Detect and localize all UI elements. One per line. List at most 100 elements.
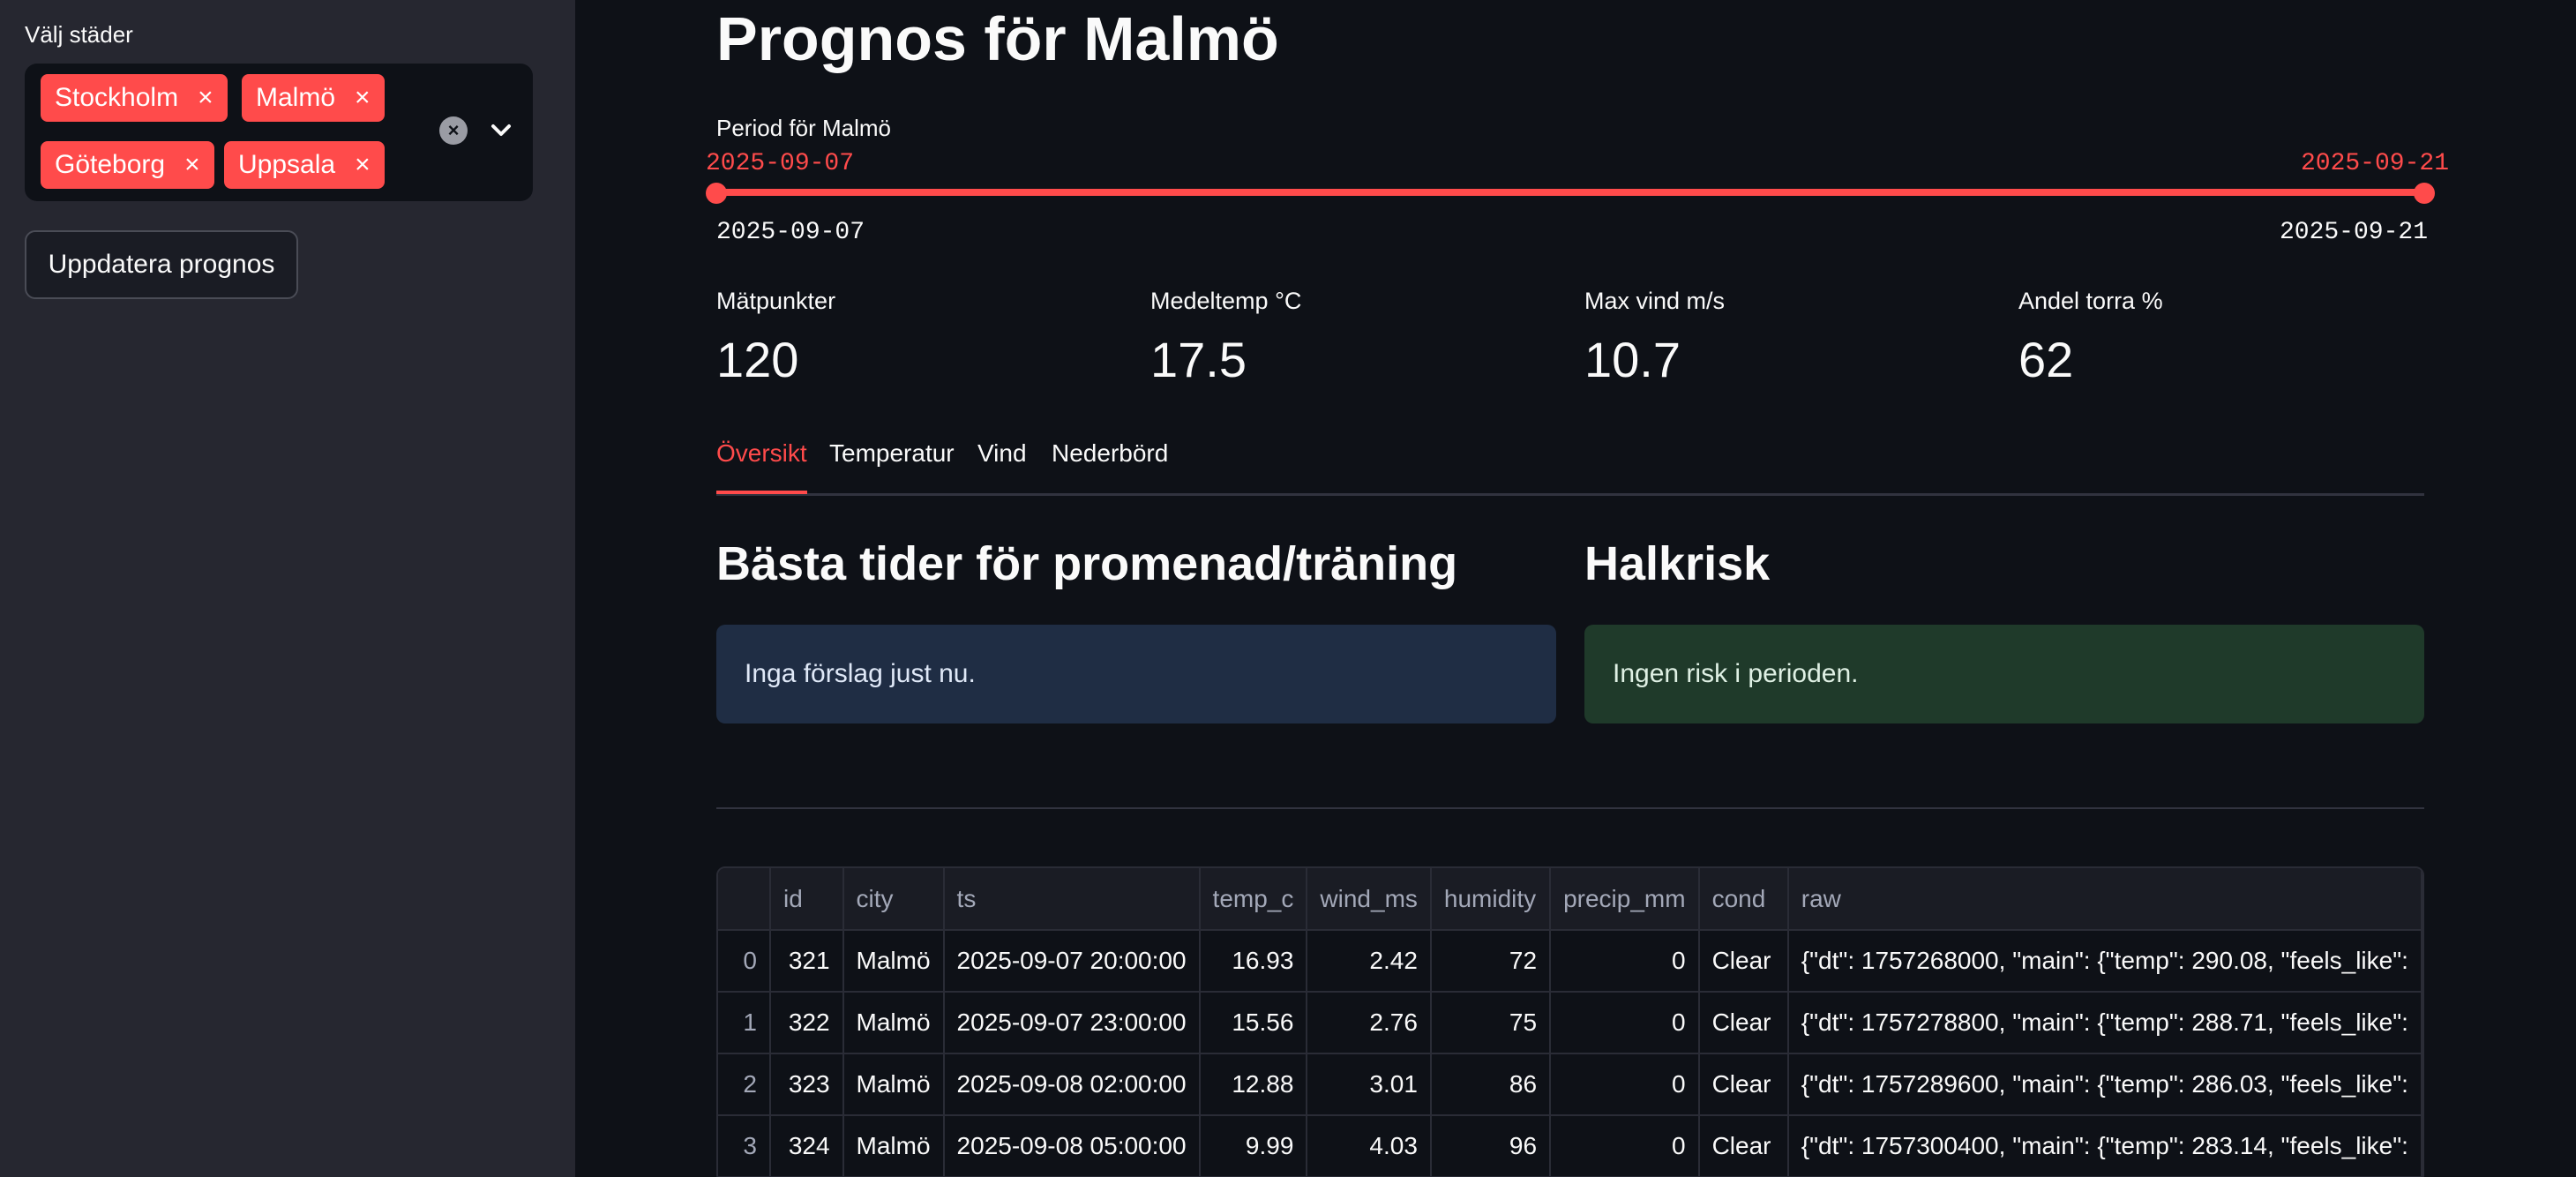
cell-cond[interactable]: Clear [1698,930,1789,993]
close-icon[interactable]: × [355,152,371,178]
table-row: 3 324 Malmö 2025-09-08 05:00:00 9.99 4.0… [718,1115,2422,1177]
cell-temp[interactable]: 9.99 [1199,1115,1308,1177]
cell-city[interactable]: Malmö [842,992,945,1054]
column-header[interactable]: humidity [1430,868,1552,931]
tab-temperature[interactable]: Temperatur [829,439,955,494]
data-table: id city ts temp_c wind_ms humidity preci… [718,868,2422,1177]
slip-risk-heading: Halkrisk [1584,537,1771,590]
cell-temp[interactable]: 15.56 [1199,992,1308,1054]
cell-raw[interactable]: {"dt": 1757300400, "main": {"temp": 283.… [1787,1115,2422,1177]
metric-value: 120 [716,332,799,387]
cell-cond[interactable]: Clear [1698,1053,1789,1116]
column-header[interactable]: temp_c [1199,868,1308,931]
cell-cond[interactable]: Clear [1698,1115,1789,1177]
cell-id[interactable]: 323 [769,1053,844,1116]
column-header[interactable]: raw [1787,868,2422,931]
column-header[interactable]: wind_ms [1307,868,1432,931]
metric-measurements: Mätpunkter 120 [716,288,835,388]
tab-bar: Översikt Temperatur Vind Nederbörd [716,439,2424,496]
close-icon[interactable]: × [184,152,200,178]
tab-precipitation[interactable]: Nederbörd [1052,439,1168,494]
clear-icon[interactable]: × [439,116,468,145]
best-times-info-box: Inga förslag just nu. [716,625,1556,723]
cell-humidity[interactable]: 72 [1430,930,1552,993]
table-row: 0 321 Malmö 2025-09-07 20:00:00 16.93 2.… [718,930,2422,993]
metric-value: 62 [2018,332,2074,387]
cell-ts[interactable]: 2025-09-07 23:00:00 [943,992,1201,1054]
tab-overview[interactable]: Översikt [716,439,807,494]
slider-min-label: 2025-09-07 [716,219,865,246]
cell-ts[interactable]: 2025-09-08 02:00:00 [943,1053,1201,1116]
column-header[interactable] [718,868,771,931]
cell-city[interactable]: Malmö [842,1115,945,1177]
chip-goteborg: Göteborg × [41,141,214,189]
cell-precip[interactable]: 0 [1550,1053,1700,1116]
cell-ts[interactable]: 2025-09-07 20:00:00 [943,930,1201,993]
slip-risk-success-box: Ingen risk i perioden. [1584,625,2424,723]
cell-precip[interactable]: 0 [1550,1115,1700,1177]
column-header[interactable]: precip_mm [1550,868,1700,931]
main-content: Prognos för Malmö Period för Malmö 2025-… [575,0,2576,1177]
cell-wind[interactable]: 2.42 [1307,930,1432,993]
update-forecast-button[interactable]: Uppdatera prognos [25,230,298,299]
metric-value: 10.7 [1584,332,1681,387]
cell-id[interactable]: 321 [769,930,844,993]
metric-mean-temp: Medeltemp °C 17.5 [1150,288,1301,388]
slider-start-value: 2025-09-07 [706,150,855,177]
cell-city[interactable]: Malmö [842,1053,945,1116]
best-times-heading: Bästa tider för promenad/träning [716,537,1458,590]
chip-label: Göteborg [55,150,166,179]
table-header-row: id city ts temp_c wind_ms humidity preci… [718,868,2422,931]
table-row: 2 323 Malmö 2025-09-08 02:00:00 12.88 3.… [718,1053,2422,1116]
metric-label: Mätpunkter [716,288,836,314]
cell-humidity[interactable]: 96 [1430,1115,1552,1177]
column-header[interactable]: ts [943,868,1201,931]
cell-humidity[interactable]: 86 [1430,1053,1552,1116]
cell-id[interactable]: 322 [769,992,844,1054]
city-multiselect[interactable]: Stockholm × Malmö × Göteborg × Uppsala ×… [25,64,533,201]
column-header[interactable]: cond [1698,868,1789,931]
slider-max-label: 2025-09-21 [2279,219,2428,246]
slider-start-handle[interactable] [706,183,727,204]
chip-uppsala: Uppsala × [224,141,385,189]
chevron-down-icon[interactable] [482,111,520,150]
cell-wind[interactable]: 3.01 [1307,1053,1432,1116]
forecast-table[interactable]: id city ts temp_c wind_ms humidity preci… [716,866,2424,1177]
cell-wind[interactable]: 2.76 [1307,992,1432,1054]
metric-label: Andel torra % [2018,288,2163,314]
cell-id[interactable]: 324 [769,1115,844,1177]
cell-raw[interactable]: {"dt": 1757278800, "main": {"temp": 288.… [1787,992,2422,1054]
chip-malmo: Malmö × [242,74,385,122]
page-title: Prognos för Malmö [716,4,1279,73]
cell-precip[interactable]: 0 [1550,992,1700,1054]
metric-value: 17.5 [1150,332,1247,387]
period-slider-track[interactable] [716,189,2424,196]
divider [716,807,2424,809]
cell-precip[interactable]: 0 [1550,930,1700,993]
cell-raw[interactable]: {"dt": 1757268000, "main": {"temp": 290.… [1787,930,2422,993]
close-icon[interactable]: × [355,85,371,111]
column-header[interactable]: city [842,868,945,931]
table-row: 1 322 Malmö 2025-09-07 23:00:00 15.56 2.… [718,992,2422,1054]
cell-cond[interactable]: Clear [1698,992,1789,1054]
slider-end-handle[interactable] [2414,183,2435,204]
cell-temp[interactable]: 12.88 [1199,1053,1308,1116]
cell-temp[interactable]: 16.93 [1199,930,1308,993]
city-select-label: Välj städer [25,21,133,48]
tab-wind[interactable]: Vind [977,439,1027,494]
cell-humidity[interactable]: 75 [1430,992,1552,1054]
metric-label: Max vind m/s [1584,288,1726,314]
cell-ts[interactable]: 2025-09-08 05:00:00 [943,1115,1201,1177]
close-icon[interactable]: × [198,85,213,111]
chip-label: Stockholm [55,83,179,112]
chip-label: Malmö [256,83,336,112]
chip-stockholm: Stockholm × [41,74,228,122]
cell-wind[interactable]: 4.03 [1307,1115,1432,1177]
column-header[interactable]: id [769,868,844,931]
row-index: 1 [718,992,771,1054]
row-index: 2 [718,1053,771,1116]
cell-raw[interactable]: {"dt": 1757289600, "main": {"temp": 286.… [1787,1053,2422,1116]
metric-label: Medeltemp °C [1150,288,1302,314]
cell-city[interactable]: Malmö [842,930,945,993]
metric-dry-share: Andel torra % 62 [2018,288,2163,388]
